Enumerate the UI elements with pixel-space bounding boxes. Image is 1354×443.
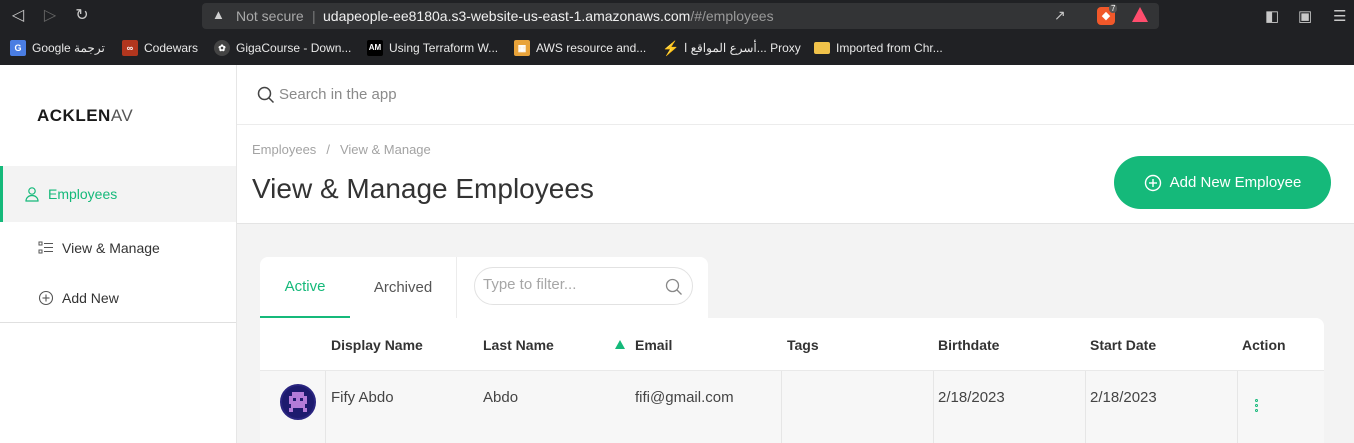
table-row[interactable]: Fify Abdo Abdo fifi@gmail.com 2/18/2023 … <box>260 370 1324 443</box>
add-new-employee-button[interactable]: Add New Employee <box>1114 156 1331 209</box>
column-header-start-date[interactable]: Start Date <box>1090 337 1156 353</box>
breadcrumb: Employees / View & Manage <box>252 142 431 157</box>
bookmark-codewars[interactable]: ∞ Codewars <box>122 38 198 58</box>
app-logo[interactable]: ACKLENAV <box>37 106 137 126</box>
page-title: View & Manage Employees <box>252 173 594 204</box>
brave-badge: 7 <box>1109 4 1118 13</box>
warning-icon: ▲ <box>212 7 225 22</box>
breadcrumb-employees[interactable]: Employees <box>252 142 316 157</box>
app-topbar <box>237 65 1354 125</box>
breadcrumb-view-manage: View & Manage <box>339 142 431 157</box>
browser-toolbar: ◁ ▷ ↻ ▲ Not secure | udapeople-ee8180a.s… <box>0 0 1354 32</box>
column-header-birthdate[interactable]: Birthdate <box>938 337 999 353</box>
employees-table: Display Name Last Name Email Tags Birthd… <box>260 318 1324 443</box>
cell-display-name: Fify Abdo <box>331 389 394 406</box>
gigacourse-icon: ✿ <box>214 40 230 56</box>
cell-birthdate: 2/18/2023 <box>938 389 1005 406</box>
forward-icon[interactable]: ▷ <box>40 6 60 26</box>
back-icon[interactable]: ◁ <box>8 6 28 26</box>
column-header-tags[interactable]: Tags <box>787 337 819 353</box>
brave-rewards-icon[interactable] <box>1132 7 1148 22</box>
bookmark-google-translate[interactable]: G Google ترجمة <box>10 38 105 58</box>
security-label: Not secure <box>236 8 304 24</box>
tab-active[interactable]: Active <box>260 257 350 318</box>
column-header-email[interactable]: Email <box>635 337 672 353</box>
sidebar: ACKLENAV Employees View & Manage Add New <box>0 65 237 443</box>
sidebar-item-view-manage[interactable]: View & Manage <box>0 228 236 268</box>
bookmark-imported[interactable]: Imported from Chr... <box>814 38 943 58</box>
column-header-action: Action <box>1242 337 1286 353</box>
sidebar-toggle-icon[interactable]: ◧ <box>1265 7 1279 25</box>
column-header-last-name[interactable]: Last Name <box>483 337 554 353</box>
lightning-icon: ⚡ <box>662 40 680 56</box>
cell-last-name: Abdo <box>483 389 519 406</box>
row-actions-icon[interactable] <box>1255 399 1259 414</box>
tab-archived[interactable]: Archived <box>358 257 448 318</box>
tabs-card: Active Archived <box>260 257 708 319</box>
reload-icon[interactable]: ↻ <box>72 6 92 26</box>
sidebar-item-add-new[interactable]: Add New <box>0 278 236 318</box>
sidebar-item-employees[interactable]: Employees <box>0 166 236 222</box>
sort-ascending-icon[interactable] <box>615 340 625 349</box>
column-header-display-name[interactable]: Display Name <box>331 337 423 353</box>
share-icon[interactable]: ↗ <box>1054 7 1066 24</box>
aws-icon: ▦ <box>514 40 530 56</box>
bookmarks-bar: G Google ترجمة ∞ Codewars ✿ GigaCourse -… <box>0 32 1354 65</box>
bookmark-gigacourse[interactable]: ✿ GigaCourse - Down... <box>214 38 351 58</box>
address-bar[interactable]: ▲ Not secure | udapeople-ee8180a.s3-webs… <box>202 3 1159 29</box>
list-icon <box>38 241 53 254</box>
bookmark-terraform[interactable]: AM Using Terraform W... <box>367 38 498 58</box>
avatar <box>280 384 316 420</box>
bookmark-proxy[interactable]: ⚡ أسرع المواقع ا... Proxy <box>662 38 801 58</box>
search-icon <box>257 86 275 104</box>
google-translate-icon: G <box>10 40 26 56</box>
page-header: Employees / View & Manage View & Manage Em… <box>237 125 1354 224</box>
url-text[interactable]: udapeople-ee8180a.s3-website-us-east-1.a… <box>323 8 774 24</box>
filter-box <box>474 267 693 305</box>
am-icon: AM <box>367 40 383 56</box>
plus-circle-icon <box>38 290 54 306</box>
folder-icon <box>814 42 830 54</box>
cell-email: fifi@gmail.com <box>635 389 734 406</box>
search-input[interactable] <box>279 81 679 107</box>
filter-input[interactable] <box>483 276 653 293</box>
sidebar-divider <box>0 322 236 323</box>
plus-circle-icon <box>1144 174 1161 191</box>
codewars-icon: ∞ <box>122 40 138 56</box>
bookmark-aws[interactable]: ▦ AWS resource and... <box>514 38 646 58</box>
avatar-icon <box>289 392 307 412</box>
search-icon[interactable] <box>665 278 683 296</box>
cell-start-date: 2/18/2023 <box>1090 389 1157 406</box>
wallet-icon[interactable]: ▣ <box>1298 7 1312 25</box>
menu-icon[interactable]: ☰ <box>1333 7 1346 25</box>
user-icon <box>25 187 39 202</box>
